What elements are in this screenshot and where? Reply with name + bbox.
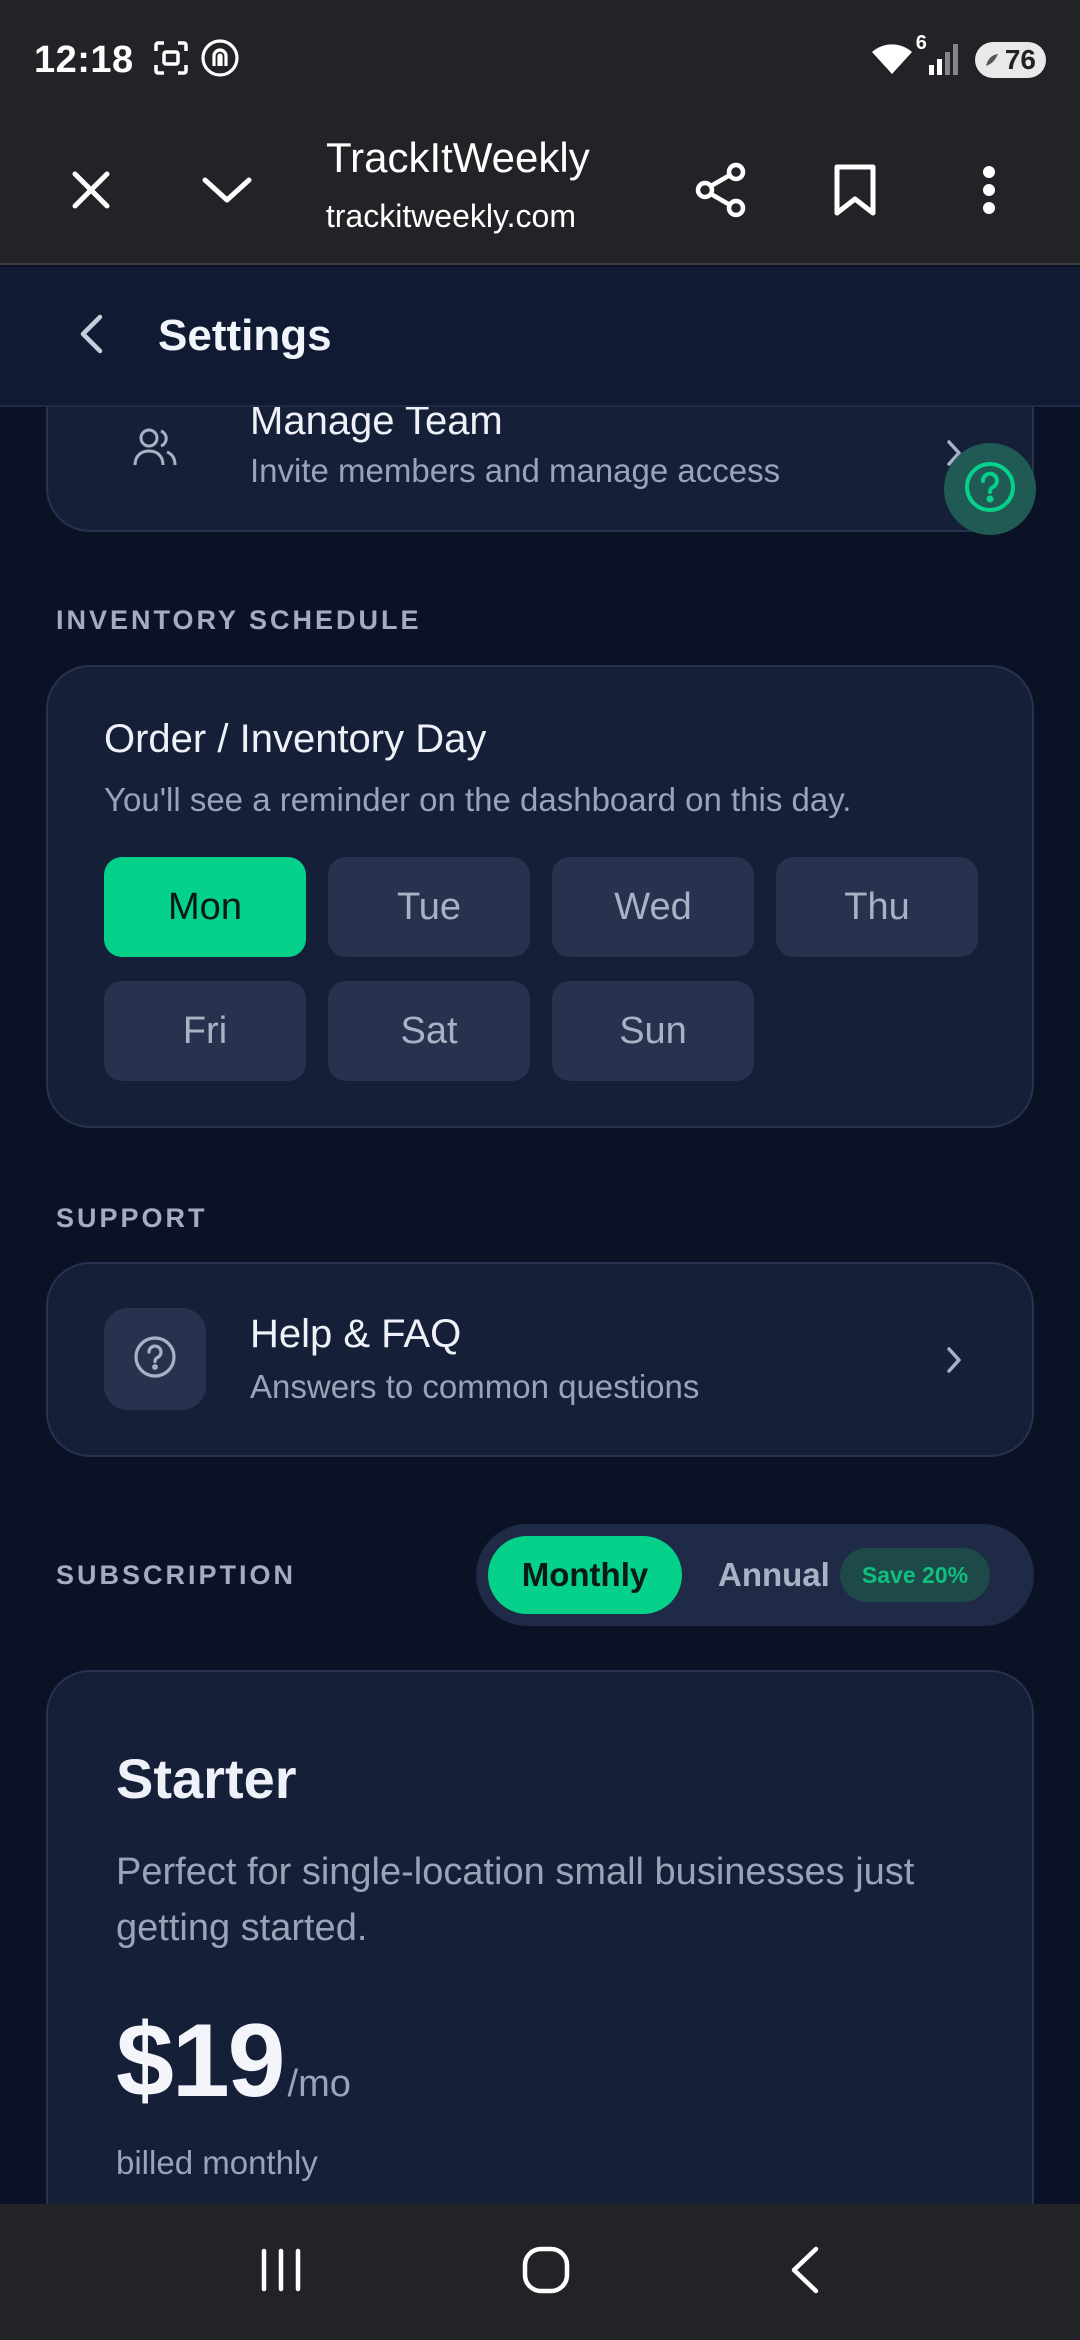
status-time: 12:18 [34, 38, 134, 81]
bookmark-button[interactable] [800, 120, 910, 265]
price-amount: $19 [116, 2003, 286, 2119]
starter-plan-card: Starter Perfect for single-location smal… [46, 1670, 1034, 2204]
save-badge: Save 20% [840, 1548, 990, 1602]
home-button[interactable] [521, 2245, 571, 2300]
status-bar: 12:18 6 76 [0, 0, 1080, 120]
help-faq-subtitle: Answers to common questions [250, 1368, 700, 1405]
billing-toggle: Monthly Annual Save 20% [476, 1524, 1034, 1626]
home-icon [521, 2246, 571, 2299]
network-label: 6 [915, 31, 927, 54]
page-title: Settings [158, 311, 332, 360]
wifi-icon: 6 [869, 32, 927, 81]
users-icon [132, 425, 178, 474]
recents-icon [258, 2248, 304, 2297]
more-vert-icon [981, 165, 997, 220]
inventory-section-label: INVENTORY SCHEDULE [56, 605, 422, 635]
browser-toolbar: TrackItWeekly trackitweekly.com [0, 120, 1080, 265]
day-button-tue[interactable]: Tue [328, 857, 530, 957]
signal-icon [927, 41, 963, 80]
help-faq-title: Help & FAQ [250, 1312, 462, 1356]
day-button-thu[interactable]: Thu [776, 857, 978, 957]
plan-price: $19 /mo [116, 2002, 351, 2121]
manage-team-card[interactable]: Manage Team Invite members and manage ac… [46, 407, 1034, 532]
day-button-sun[interactable]: Sun [552, 981, 754, 1081]
minimize-button[interactable] [172, 120, 282, 265]
chevron-right-icon [946, 1346, 962, 1379]
inventory-subtitle: You'll see a reminder on the dashboard o… [104, 781, 852, 818]
manage-team-title: Manage Team [250, 407, 503, 443]
support-section-label: SUPPORT [56, 1203, 208, 1233]
settings-content[interactable]: Manage Team Invite members and manage ac… [0, 407, 1080, 2204]
recents-button[interactable] [258, 2247, 304, 2298]
billing-note: billed monthly [116, 2144, 318, 2181]
plan-description: Perfect for single-location small busine… [116, 1851, 915, 1949]
help-faq-row[interactable]: Help & FAQ Answers to common questions [46, 1262, 1034, 1457]
help-circle-icon [963, 460, 1017, 519]
manage-team-subtitle: Invite members and manage access [250, 452, 781, 489]
back-icon [788, 2246, 822, 2299]
subscription-section-label: SUBSCRIPTION [56, 1560, 297, 1590]
status-right: 6 76 [869, 32, 1046, 81]
toggle-annual-button[interactable]: Annual [718, 1524, 830, 1626]
day-button-sat[interactable]: Sat [328, 981, 530, 1081]
back-button[interactable] [46, 291, 136, 381]
back-nav-button[interactable] [788, 2245, 822, 2300]
toggle-monthly-button[interactable]: Monthly [488, 1536, 682, 1614]
nfc-icon [200, 38, 240, 83]
app-header: Settings [0, 267, 1080, 407]
share-button[interactable] [666, 120, 776, 265]
close-tab-button[interactable] [36, 120, 146, 265]
day-button-wed[interactable]: Wed [552, 857, 754, 957]
status-left-icons [152, 38, 240, 83]
help-icon-tile [104, 1308, 206, 1410]
day-button-fri[interactable]: Fri [104, 981, 306, 1081]
browser-page-title: TrackItWeekly [326, 134, 590, 181]
inventory-title: Order / Inventory Day [104, 717, 487, 761]
battery-icon: 76 [974, 42, 1046, 78]
more-options-button[interactable] [934, 120, 1044, 265]
chevron-down-icon [201, 174, 253, 211]
day-button-mon[interactable]: Mon [104, 857, 306, 957]
chevron-left-icon [78, 313, 104, 360]
help-circle-icon [133, 1335, 177, 1384]
close-icon [67, 166, 115, 219]
system-nav-bar [0, 2204, 1080, 2340]
price-unit: /mo [287, 2063, 351, 2105]
bookmark-icon [833, 163, 877, 222]
screenshot-icon [152, 39, 190, 82]
browser-url[interactable]: trackitweekly.com [326, 198, 576, 235]
inventory-card: Order / Inventory Day You'll see a remin… [46, 665, 1034, 1128]
share-icon [692, 161, 750, 224]
battery-level: 76 [1004, 44, 1036, 75]
plan-name: Starter [116, 1747, 297, 1810]
floating-help-button[interactable] [944, 443, 1036, 535]
